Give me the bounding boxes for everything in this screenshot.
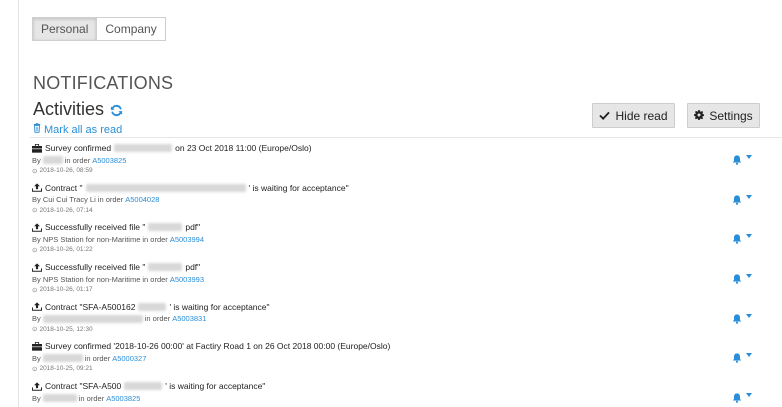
bell-icon <box>732 350 742 364</box>
activities-heading: Activities <box>33 99 124 120</box>
notification-author: By Cui Cui Tracy Li in order A5004028 <box>32 195 160 205</box>
chevron-down-icon <box>746 393 752 398</box>
notification-title: Contract " ' is waiting for acceptance" <box>31 182 782 194</box>
mark-all-read-link[interactable]: Mark all as read <box>33 123 122 136</box>
bell-icon <box>732 390 742 403</box>
notification-menu[interactable] <box>732 390 752 403</box>
chevron-down-icon <box>746 155 752 159</box>
bell-icon <box>732 311 742 324</box>
notification-list: Survey confirmed on 23 Oct 2018 11:00 (E… <box>30 137 782 407</box>
redacted-text <box>42 314 143 323</box>
chevron-down-icon <box>746 353 752 358</box>
notification-menu[interactable] <box>732 311 752 324</box>
notification-time: ⊙ 2018-10-26, 07:14 <box>32 206 93 215</box>
briefcase-icon <box>32 341 42 351</box>
settings-button[interactable]: Settings <box>687 103 760 128</box>
left-divider <box>18 0 19 407</box>
chevron-down-icon <box>746 194 752 199</box>
upload-icon <box>31 381 43 391</box>
list-item[interactable]: Contract "SFA-A500162 ' is waiting for a… <box>30 297 782 337</box>
notification-title: Successfully received file " pdf" <box>31 221 782 233</box>
clock-icon: ⊙ <box>32 365 38 373</box>
notification-time: ⊙ 2018-10-26, 01:22 <box>32 246 93 254</box>
list-item[interactable]: Contract " ' is waiting for acceptance" … <box>30 178 782 218</box>
order-link[interactable]: A5003825 <box>92 156 126 165</box>
notification-title: Survey confirmed '2018-10-26 00:00' at F… <box>32 340 782 352</box>
hide-read-button[interactable]: Hide read <box>592 103 675 128</box>
upload-icon <box>31 183 43 192</box>
clock-icon: ⊙ <box>32 207 38 215</box>
upload-icon <box>31 262 43 272</box>
notification-title: Contract "SFA-A500162 ' is waiting for a… <box>31 301 782 313</box>
chevron-down-icon <box>746 313 752 318</box>
bell-icon <box>732 192 742 205</box>
list-item[interactable]: Survey confirmed on 23 Oct 2018 11:00 (E… <box>30 138 782 178</box>
order-link[interactable]: A5004028 <box>125 195 159 204</box>
list-item[interactable]: Successfully received file " pdf" By NPS… <box>30 257 782 297</box>
redacted-text <box>124 382 163 391</box>
notification-menu[interactable] <box>732 192 752 205</box>
notification-author: By NPS Station for non-Maritime in order… <box>32 274 205 284</box>
notification-time: ⊙ 2018-10-26, 01:17 <box>32 286 93 294</box>
redacted-text <box>85 183 246 192</box>
redacted-text <box>148 263 183 272</box>
redacted-text <box>42 394 77 403</box>
redacted-text <box>138 302 167 311</box>
list-item[interactable]: Contract "SFA-A500 ' is waiting for acce… <box>30 376 782 407</box>
order-link[interactable]: A5003993 <box>170 275 204 284</box>
notification-title: Contract "SFA-A500 ' is waiting for acce… <box>31 380 782 392</box>
briefcase-icon <box>32 143 42 153</box>
chevron-down-icon <box>746 274 752 279</box>
redacted-text <box>42 354 83 363</box>
notification-menu[interactable] <box>732 231 752 245</box>
trash-icon <box>33 123 41 136</box>
list-item[interactable]: Successfully received file " pdf" By NPS… <box>30 217 782 257</box>
order-link[interactable]: A5003831 <box>172 314 206 323</box>
bell-icon <box>732 152 742 165</box>
settings-label: Settings <box>709 108 753 123</box>
notification-menu[interactable] <box>732 271 752 284</box>
upload-icon <box>31 223 43 232</box>
notification-time: ⊙ 2018-10-25, 12:30 <box>32 325 93 334</box>
notification-menu[interactable] <box>732 350 752 364</box>
notification-author: By in order A5003825 <box>32 393 141 403</box>
notification-menu[interactable] <box>732 152 752 165</box>
activities-title: Activities <box>33 99 105 119</box>
clock-icon: ⊙ <box>32 167 38 175</box>
notification-author: By in order A5003831 <box>32 314 207 324</box>
scope-tabs: Personal Company <box>32 17 166 41</box>
notification-author: By NPS Station for non-Maritime in order… <box>32 234 205 244</box>
bell-icon <box>732 231 742 245</box>
refresh-icon[interactable] <box>109 102 124 117</box>
check-icon <box>599 109 611 123</box>
gear-icon <box>694 109 705 123</box>
order-link[interactable]: A5003825 <box>106 394 140 403</box>
bell-icon <box>732 271 742 284</box>
notification-time: ⊙ 2018-10-26, 08:59 <box>32 167 93 175</box>
notification-title: Survey confirmed on 23 Oct 2018 11:00 (E… <box>32 142 782 154</box>
notification-author: By in order A5000327 <box>32 353 147 363</box>
clock-icon: ⊙ <box>32 286 38 294</box>
tab-personal[interactable]: Personal <box>32 17 98 41</box>
tab-company[interactable]: Company <box>97 17 166 41</box>
notification-author: By in order A5003825 <box>32 155 127 165</box>
notification-title: Successfully received file " pdf" <box>31 261 782 273</box>
page-title: NOTIFICATIONS <box>33 73 174 93</box>
chevron-down-icon <box>746 234 752 239</box>
upload-icon <box>31 302 43 312</box>
list-item[interactable]: Survey confirmed '2018-10-26 00:00' at F… <box>30 336 782 376</box>
hide-read-label: Hide read <box>615 108 668 123</box>
redacted-text <box>148 223 183 232</box>
order-link[interactable]: A5003994 <box>170 235 204 244</box>
clock-icon: ⊙ <box>32 246 38 254</box>
redacted-text <box>42 156 63 164</box>
order-link[interactable]: A5000327 <box>112 354 146 363</box>
mark-all-read-label: Mark all as read <box>44 123 123 136</box>
redacted-text <box>114 144 173 152</box>
notification-time: ⊙ 2018-10-25, 09:21 <box>32 365 93 373</box>
clock-icon: ⊙ <box>32 326 38 334</box>
